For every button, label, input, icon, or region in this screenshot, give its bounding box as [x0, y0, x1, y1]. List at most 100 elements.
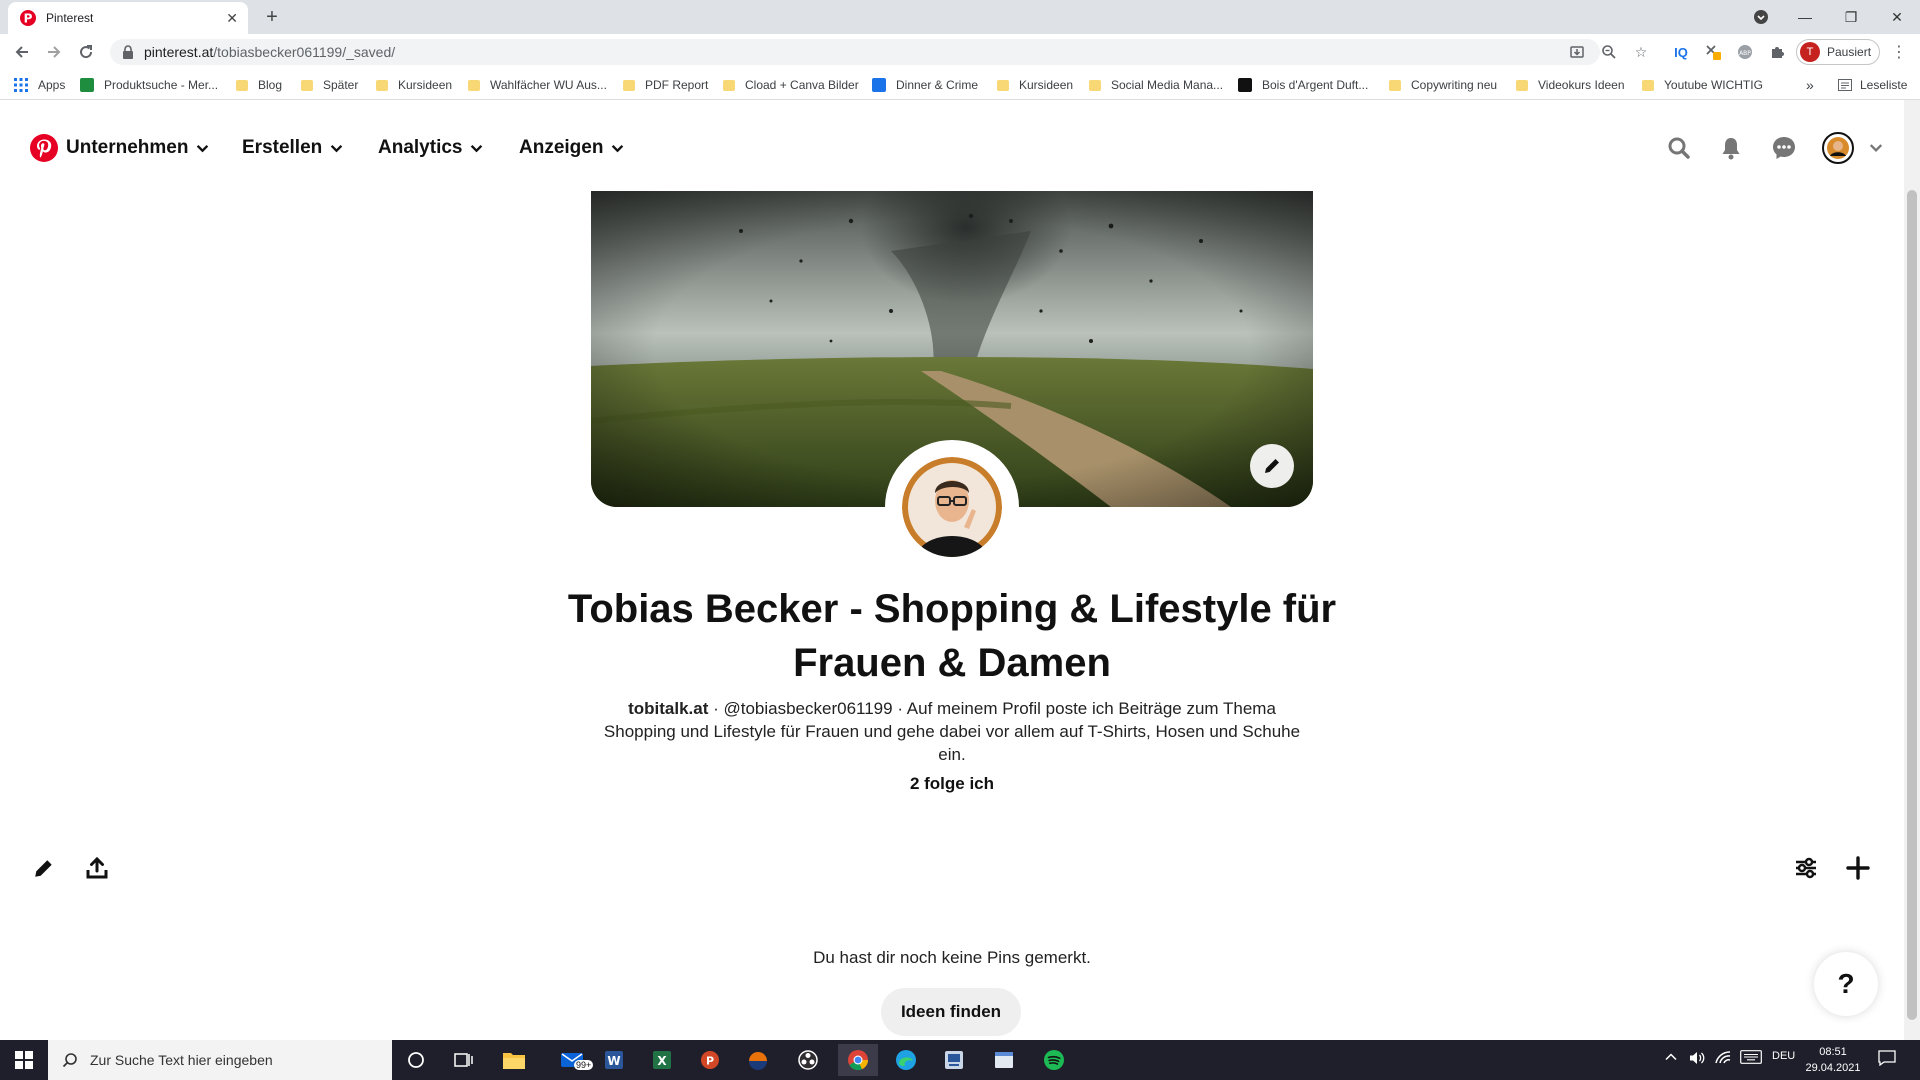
- find-ideas-button[interactable]: Ideen finden: [881, 988, 1021, 1036]
- bookmark-item[interactable]: Dinner & Crime: [872, 76, 978, 94]
- extensions-puzzle-icon[interactable]: [1766, 41, 1788, 63]
- bookmark-item[interactable]: Kursideen: [376, 76, 452, 94]
- bookmark-item[interactable]: Social Media Mana...: [1089, 76, 1223, 94]
- wifi-icon[interactable]: [1714, 1050, 1732, 1066]
- bookmark-item[interactable]: Copywriting neu: [1389, 76, 1497, 94]
- notifications-bell-icon[interactable]: [1715, 132, 1747, 164]
- windows-start-icon[interactable]: [0, 1040, 48, 1080]
- folder-icon: [1389, 79, 1401, 91]
- folder-icon: [376, 79, 388, 91]
- folder-icon: [1516, 79, 1528, 91]
- bookmark-item[interactable]: Wahlfächer WU Aus...: [468, 76, 607, 94]
- cortana-circle-icon[interactable]: [396, 1044, 436, 1076]
- bookmark-star-icon[interactable]: ☆: [1630, 41, 1652, 63]
- taskbar-search-input[interactable]: Zur Suche Text hier eingeben: [48, 1040, 392, 1080]
- close-window-button[interactable]: ✕: [1874, 4, 1920, 30]
- adblock-extension-icon[interactable]: ABP: [1734, 41, 1756, 63]
- profile-website-link[interactable]: tobitalk.at: [628, 699, 708, 718]
- svg-text:W: W: [607, 1054, 620, 1068]
- search-icon[interactable]: [1663, 132, 1695, 164]
- forward-arrow-icon[interactable]: [42, 40, 66, 64]
- app-half-circle-icon[interactable]: [738, 1044, 778, 1076]
- minimize-window-button[interactable]: —: [1782, 4, 1828, 30]
- task-view-icon[interactable]: [444, 1044, 484, 1076]
- taskbar-clock[interactable]: 08:51 29.04.2021: [1798, 1044, 1868, 1076]
- edge-icon[interactable]: [886, 1044, 926, 1076]
- volume-icon[interactable]: [1688, 1050, 1706, 1066]
- iq-extension-icon[interactable]: IQ: [1670, 41, 1692, 63]
- following-count-link[interactable]: 2 folge ich: [852, 774, 1052, 794]
- keyboard-icon[interactable]: [1740, 1050, 1762, 1064]
- add-plus-icon[interactable]: [1842, 852, 1874, 884]
- tray-chevron-up-icon[interactable]: [1664, 1050, 1678, 1064]
- install-app-icon[interactable]: [1566, 41, 1588, 63]
- folder-icon: [236, 79, 248, 91]
- scrollbar-thumb[interactable]: [1907, 190, 1917, 1020]
- chevron-down-icon: [471, 144, 483, 152]
- powerpoint-icon[interactable]: P: [690, 1044, 730, 1076]
- profile-avatar: T: [1800, 42, 1820, 62]
- bookmark-item[interactable]: PDF Report: [623, 76, 708, 94]
- nav-analytics-menu[interactable]: Analytics: [378, 136, 483, 160]
- bookmark-item[interactable]: Youtube WICHTIG: [1642, 76, 1763, 94]
- apps-grid-icon: [14, 78, 28, 92]
- bookmark-item[interactable]: Blog: [236, 76, 282, 94]
- nav-business-menu[interactable]: Unternehmen: [66, 136, 209, 160]
- share-upload-icon[interactable]: [81, 852, 113, 884]
- restore-window-button[interactable]: ❐: [1828, 4, 1874, 30]
- profile-name: Tobias Becker - Shopping & Lifestyle für…: [567, 587, 1337, 685]
- help-button[interactable]: ?: [1814, 952, 1878, 1016]
- bookmark-item[interactable]: Kursideen: [997, 76, 1073, 94]
- input-language[interactable]: DEU: [1772, 1050, 1795, 1062]
- file-explorer-icon[interactable]: [494, 1044, 534, 1076]
- extension-badge-icon[interactable]: [1702, 41, 1724, 63]
- bookmark-apps[interactable]: Apps: [14, 76, 65, 94]
- chevron-down-icon: [331, 144, 343, 152]
- profile-about: tobitalk.at · @tobiasbecker061199 · Auf …: [603, 699, 1301, 764]
- edit-profile-pencil-icon[interactable]: [28, 852, 60, 884]
- filter-sliders-icon[interactable]: [1790, 852, 1822, 884]
- new-tab-button[interactable]: +: [260, 6, 284, 30]
- reading-list-button[interactable]: Leseliste: [1838, 76, 1907, 94]
- svg-text:P: P: [706, 1055, 714, 1068]
- pinterest-logo-icon[interactable]: [28, 132, 60, 164]
- browser-tab-pinterest[interactable]: P Pinterest ✕: [8, 2, 248, 34]
- spotify-icon[interactable]: [1034, 1044, 1074, 1076]
- bookmark-item[interactable]: Cload + Canva Bilder: [723, 76, 859, 94]
- bookmark-item[interactable]: Produktsuche - Mer...: [80, 76, 218, 94]
- edit-cover-button[interactable]: [1250, 444, 1294, 488]
- zoom-icon[interactable]: [1598, 41, 1620, 63]
- excel-icon[interactable]: X: [642, 1044, 682, 1076]
- bookmark-item[interactable]: Videokurs Ideen: [1516, 76, 1625, 94]
- notification-center-icon[interactable]: [1878, 1050, 1896, 1066]
- messages-icon[interactable]: [1768, 132, 1800, 164]
- bookmark-item[interactable]: Bois d'Argent Duft...: [1238, 76, 1368, 94]
- window-app-icon[interactable]: [984, 1044, 1024, 1076]
- site-favicon-icon: [1238, 78, 1252, 92]
- reload-icon[interactable]: [74, 40, 98, 64]
- nav-create-menu[interactable]: Erstellen: [242, 136, 343, 160]
- word-icon[interactable]: W: [594, 1044, 634, 1076]
- back-arrow-icon[interactable]: [10, 40, 34, 64]
- tab-title: Pinterest: [46, 11, 94, 25]
- svg-text:P: P: [24, 12, 33, 26]
- tab-search-icon[interactable]: [1738, 4, 1784, 30]
- address-bar[interactable]: pinterest.at/tobiasbecker061199/_saved/: [110, 39, 1600, 65]
- more-bookmarks-button[interactable]: »: [1806, 76, 1814, 94]
- account-chevron-down-icon[interactable]: [1862, 132, 1890, 164]
- obs-studio-icon[interactable]: [788, 1044, 828, 1076]
- chrome-icon[interactable]: [838, 1044, 878, 1076]
- browser-profile-button[interactable]: T Pausiert: [1796, 39, 1880, 65]
- folder-icon: [1642, 79, 1654, 91]
- nav-ads-menu[interactable]: Anzeigen: [519, 136, 624, 160]
- profile-avatar-image[interactable]: [885, 440, 1019, 574]
- browser-menu-icon[interactable]: ⋮: [1888, 41, 1910, 63]
- remote-app-icon[interactable]: [934, 1044, 974, 1076]
- bookmark-item[interactable]: Später: [301, 76, 358, 94]
- reading-list-icon: [1838, 79, 1852, 91]
- svg-text:ABP: ABP: [1739, 50, 1751, 57]
- mail-icon[interactable]: 99+: [548, 1044, 596, 1076]
- user-avatar[interactable]: [1822, 132, 1854, 164]
- site-favicon-icon: [80, 78, 94, 92]
- close-tab-icon[interactable]: ✕: [226, 10, 238, 27]
